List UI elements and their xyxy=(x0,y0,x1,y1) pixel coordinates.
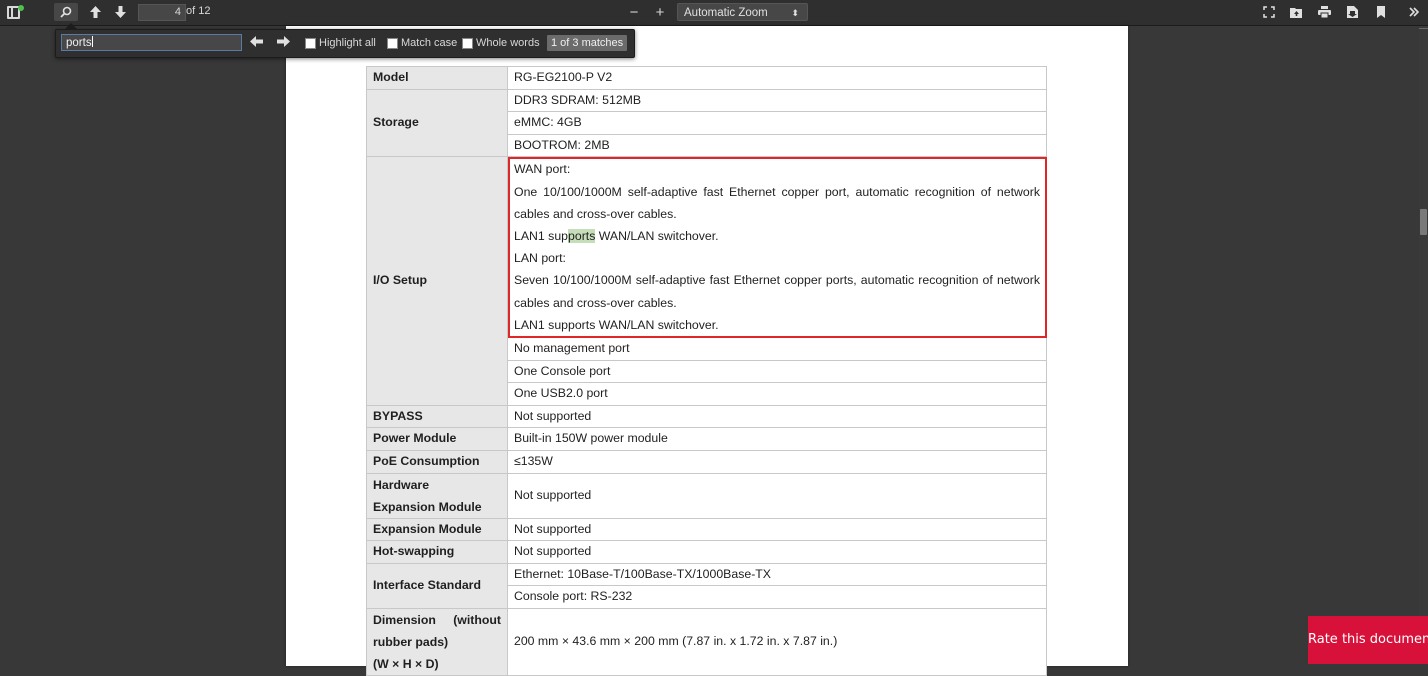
spec-value: BOOTROM: 2MB xyxy=(507,133,1047,158)
spec-value: Not supported xyxy=(507,540,1047,564)
zoom-out-button[interactable]: − xyxy=(626,3,642,21)
double-chevron-right-icon[interactable] xyxy=(1406,3,1422,21)
spec-value: Console port: RS-232 xyxy=(507,585,1047,609)
download-icon[interactable] xyxy=(1344,3,1360,21)
scrollbar-thumb[interactable] xyxy=(1420,209,1427,235)
checkbox-icon xyxy=(387,37,398,49)
io-wan-title: WAN port: xyxy=(514,162,571,177)
match-count-badge: 1 of 3 matches xyxy=(547,35,628,51)
text-cursor xyxy=(91,36,93,47)
spec-value: Not supported xyxy=(507,517,1047,542)
spec-label: Hot-swapping xyxy=(366,540,508,564)
table-row: Dimension (without rubber pads) (W × H ×… xyxy=(366,607,1047,676)
table-row: Storage DDR3 SDRAM: 512MB xyxy=(366,88,1047,158)
io-lan-description: Seven 10/100/1000M self-adaptive fast Et… xyxy=(514,273,1040,310)
sidebar-toggle-icon[interactable] xyxy=(4,3,24,21)
spec-value: Not supported xyxy=(507,472,1047,519)
previous-page-icon[interactable] xyxy=(86,3,104,21)
table-row: PoE Consumption ≤135W xyxy=(366,449,1047,474)
spec-value: One USB2.0 port xyxy=(507,382,1047,406)
search-icon[interactable] xyxy=(54,3,78,21)
find-input[interactable]: ports xyxy=(61,34,242,51)
io-setup-highlighted-cell: WAN port: One 10/100/1000M self-adaptive… xyxy=(507,156,1047,338)
spec-label-line: Expansion Module xyxy=(373,499,482,514)
scroll-track-mark xyxy=(1419,28,1428,41)
print-icon[interactable] xyxy=(1316,3,1332,21)
table-row: Model RG-EG2100-P V2 xyxy=(366,66,1047,90)
highlight-all-label: Highlight all xyxy=(319,37,376,49)
spec-value: Not supported xyxy=(507,404,1047,429)
find-bar: ports Highlight all Match case Whole wor… xyxy=(55,23,635,58)
text-fragment: LAN1 sup xyxy=(514,228,569,243)
spec-label: Storage xyxy=(366,88,508,158)
spec-value: No management port xyxy=(507,337,1047,361)
spec-label: PoE Consumption xyxy=(366,449,508,474)
io-lan-title: LAN port: xyxy=(514,251,566,266)
search-match-highlight: ports xyxy=(568,228,596,243)
spec-value: DDR3 SDRAM: 512MB xyxy=(507,88,1047,113)
presentation-mode-icon[interactable] xyxy=(1261,3,1277,21)
spec-value: RG-EG2100-P V2 xyxy=(507,66,1047,90)
open-file-icon[interactable] xyxy=(1288,3,1304,21)
bookmark-icon[interactable] xyxy=(1374,3,1388,21)
spec-value: ≤135W xyxy=(507,449,1047,474)
spec-label-line: Dimension (without xyxy=(373,612,501,627)
whole-words-label: Whole words xyxy=(476,37,540,49)
pdf-page: Model RG-EG2100-P V2 Storage DDR3 SDRAM:… xyxy=(286,26,1128,676)
notification-dot xyxy=(18,5,24,11)
match-case-checkbox[interactable]: Match case xyxy=(387,37,457,49)
spec-label: I/O Setup xyxy=(366,156,508,406)
zoom-in-button[interactable]: + xyxy=(652,3,668,21)
dropdown-caret-icon: ⬍ xyxy=(791,8,799,18)
zoom-select[interactable]: Automatic Zoom ⬍ xyxy=(677,3,808,21)
table-row: BYPASS Not supported xyxy=(366,404,1047,429)
spec-label: Interface Standard xyxy=(366,562,508,609)
find-previous-icon[interactable] xyxy=(250,35,263,50)
zoom-select-label: Automatic Zoom xyxy=(684,7,768,19)
whole-words-checkbox[interactable]: Whole words xyxy=(462,37,540,49)
spec-label: BYPASS xyxy=(366,404,508,429)
text-fragment: WAN/LAN switchover. xyxy=(595,228,719,243)
table-row: Expansion Module Not supported xyxy=(366,517,1047,542)
io-lan-lan1-line: LAN1 supports WAN/LAN switchover. xyxy=(514,317,719,332)
spec-label-line: rubber pads) xyxy=(373,634,449,649)
spec-value: 200 mm × 43.6 mm × 200 mm (7.87 in. x 1.… xyxy=(507,607,1047,676)
spec-table: Model RG-EG2100-P V2 Storage DDR3 SDRAM:… xyxy=(366,66,1047,676)
match-case-label: Match case xyxy=(401,37,458,49)
page-number-input[interactable]: 4 xyxy=(138,4,186,21)
pdf-toolbar: 4 of 12 − + Automatic Zoom ⬍ xyxy=(0,0,1428,26)
io-wan-description: One 10/100/1000M self-adaptive fast Ethe… xyxy=(514,184,1040,221)
spec-value: eMMC: 4GB xyxy=(507,111,1047,135)
table-row: Hardware Expansion Module Not supported xyxy=(366,472,1047,519)
table-row: I/O Setup WAN port: One 10/100/1000M sel… xyxy=(366,156,1047,406)
find-next-icon[interactable] xyxy=(277,35,290,50)
table-row: Hot-swapping Not supported xyxy=(366,540,1047,564)
rate-document-button[interactable]: Rate this document xyxy=(1308,616,1428,664)
spec-label: Expansion Module xyxy=(366,517,508,542)
highlight-all-checkbox[interactable]: Highlight all xyxy=(305,37,376,49)
find-query: ports xyxy=(66,37,92,49)
spec-label: Dimension (without rubber pads) (W × H ×… xyxy=(366,607,508,676)
spec-value: One Console port xyxy=(507,359,1047,384)
spec-label-line: Hardware xyxy=(373,477,430,492)
checkbox-icon xyxy=(305,37,316,49)
next-page-icon[interactable] xyxy=(111,3,129,21)
table-row: Power Module Built-in 150W power module xyxy=(366,427,1047,451)
spec-value: Ethernet: 10Base-T/100Base-TX/1000Base-T… xyxy=(507,562,1047,587)
spec-value: Built-in 150W power module xyxy=(507,427,1047,451)
vertical-scrollbar[interactable] xyxy=(1419,26,1428,664)
spec-label: Hardware Expansion Module xyxy=(366,472,508,519)
io-wan-lan1-line: LAN1 supports WAN/LAN switchover. xyxy=(514,225,1040,247)
checkbox-icon xyxy=(462,37,473,49)
table-row: Interface Standard Ethernet: 10Base-T/10… xyxy=(366,562,1047,609)
spec-label: Power Module xyxy=(366,427,508,451)
page-count-label: of 12 xyxy=(186,5,211,17)
spec-label: Model xyxy=(366,66,508,90)
